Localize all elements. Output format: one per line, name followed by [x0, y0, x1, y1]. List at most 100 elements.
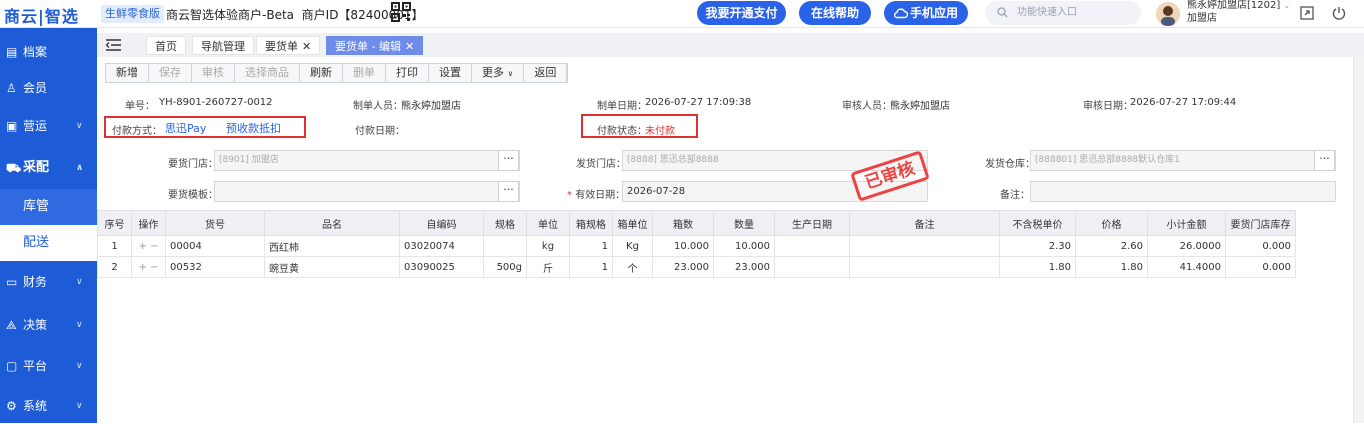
edition-badge: 生鲜零食版 — [101, 5, 164, 23]
col-header[interactable]: 备注 — [849, 210, 1000, 236]
col-header[interactable]: 自编码 — [399, 210, 484, 236]
row-add-remove-icon[interactable]: + − — [131, 235, 166, 257]
menu-collapse-icon[interactable] — [105, 38, 122, 52]
power-icon[interactable] — [1331, 5, 1347, 21]
back-button[interactable]: 返回 — [524, 64, 568, 82]
user-menu[interactable]: 熊永婷加盟店[1202] ⌄ 加盟店 — [1187, 0, 1290, 25]
col-header[interactable]: 货号 — [165, 210, 265, 236]
row-add-remove-icon[interactable]: + − — [131, 256, 166, 278]
col-header[interactable]: 操作 — [131, 210, 166, 236]
chevron-up-icon: ∧ — [76, 163, 84, 173]
chevron-down-icon: ∨ — [507, 69, 514, 78]
pay-method-sixun-link[interactable]: 思迅Pay — [165, 120, 206, 136]
req-store-picker-button[interactable]: ··· — [498, 150, 519, 171]
tab-order-edit[interactable]: 要货单 - 编辑 ✕ — [326, 36, 424, 55]
creator-value: 熊永婷加盟店 — [401, 101, 461, 112]
col-header[interactable]: 要货门店库存 — [1225, 210, 1296, 236]
sidebar-item-archive[interactable]: ▤ 档案 — [0, 34, 97, 70]
col-header[interactable]: 价格 — [1075, 210, 1148, 236]
audit-button[interactable]: 审核 — [192, 64, 235, 82]
avatar[interactable] — [1156, 2, 1180, 26]
col-header[interactable]: 箱数 — [652, 210, 714, 236]
pay-status-value: 未付款 — [645, 126, 675, 137]
template-input[interactable]: ··· — [214, 181, 520, 202]
chevron-down-icon: ∨ — [76, 401, 83, 411]
online-help-button[interactable]: 在线帮助 — [799, 1, 871, 25]
auditor-label: 审核人员： — [842, 101, 892, 112]
chevron-down-icon: ∨ — [76, 277, 83, 287]
close-icon[interactable]: ✕ — [302, 40, 311, 53]
close-icon[interactable]: ✕ — [405, 40, 414, 53]
gear-icon: ⚙ — [6, 399, 17, 413]
sidebar-item-decision[interactable]: ⟁ 决策 ∨ — [0, 307, 97, 343]
tab-nav-manage[interactable]: 导航管理 — [192, 36, 254, 55]
chevron-down-icon: ∨ — [76, 121, 83, 131]
delete-order-button[interactable]: 删单 — [343, 64, 386, 82]
vertical-scrollbar[interactable] — [1353, 57, 1364, 423]
col-header[interactable]: 小计金额 — [1147, 210, 1226, 236]
search-icon — [997, 7, 1008, 18]
ship-wh-picker-button[interactable]: ··· — [1314, 150, 1335, 171]
toolbar: 新增 保存 审核 选择商品 刷新 删单 打印 设置 更多 ∨ 返回 — [105, 63, 569, 83]
sidebar-item-member[interactable]: ♙ 会员 — [0, 70, 97, 106]
pay-method-label: 付款方式： — [112, 126, 162, 137]
refresh-button[interactable]: 刷新 — [300, 64, 343, 82]
col-header[interactable]: 不含税单价 — [999, 210, 1076, 236]
shop-icon: ▣ — [6, 119, 18, 133]
sidebar-item-finance[interactable]: ▭ 财务 ∨ — [0, 264, 97, 300]
fullscreen-icon[interactable] — [1299, 5, 1315, 21]
app-logo: 商云|智选 — [4, 7, 79, 26]
valid-date-label: * 有效日期： — [567, 190, 626, 201]
more-button[interactable]: 更多 ∨ — [472, 64, 525, 82]
money-icon: ▭ — [6, 275, 18, 289]
new-button[interactable]: 新增 — [106, 64, 149, 82]
req-store-input[interactable]: [8901] 加盟店 ··· — [214, 150, 520, 171]
col-header[interactable]: 数量 — [713, 210, 775, 236]
order-no-label: 单号： — [125, 101, 155, 112]
table-row[interactable]: 2 + − 00532 豌豆黄 03090025 500g 斤 1 个 23.0… — [97, 256, 1296, 278]
col-header[interactable]: 品名 — [264, 210, 400, 236]
ship-wh-input[interactable]: [888801] 思迅总部8888默认仓库1 ··· — [1030, 150, 1336, 171]
sidebar-item-platform[interactable]: ▢ 平台 ∨ — [0, 348, 97, 384]
remark-input[interactable] — [1030, 181, 1336, 202]
print-button[interactable]: 打印 — [386, 64, 429, 82]
platform-icon: ▢ — [6, 359, 18, 373]
chevron-down-icon: ∨ — [76, 361, 83, 371]
sidebar-item-purchase[interactable]: ⛟ 采配 ∧ — [0, 150, 97, 186]
open-payment-button[interactable]: 我要开通支付 — [697, 1, 786, 25]
qr-code-icon[interactable] — [391, 2, 411, 22]
tab-order[interactable]: 要货单 ✕ — [256, 36, 321, 55]
doc-icon: ▤ — [6, 45, 18, 59]
pay-method-prepaid-link[interactable]: 预收款抵扣 — [226, 120, 281, 136]
audit-date-value: 2026-07-27 17:09:44 — [1130, 97, 1237, 108]
sidebar-item-inventory[interactable]: 库管 — [0, 189, 97, 225]
order-no-value: YH-8901-260727-0012 — [159, 97, 273, 108]
function-search-input[interactable]: 功能快速入口 — [985, 1, 1141, 25]
col-header[interactable]: 生产日期 — [774, 210, 850, 236]
creator-label: 制单人员： — [353, 101, 403, 112]
col-header[interactable]: 规格 — [483, 210, 527, 236]
create-date-label: 制单日期： — [597, 101, 647, 112]
sidebar-item-delivery[interactable]: 配送 — [0, 225, 97, 261]
pay-status-label: 付款状态： — [597, 126, 647, 137]
sidebar-item-operation[interactable]: ▣ 营运 ∨ — [0, 108, 97, 144]
chart-icon: ⟁ — [6, 318, 17, 332]
goods-table: 序号 操作 货号 品名 自编码 规格 单位 箱规格 箱单位 箱数 数量 生产日期… — [97, 210, 1351, 278]
save-button[interactable]: 保存 — [149, 64, 192, 82]
table-row[interactable]: 1 + − 00004 西红柿 03020074 kg 1 Kg 10.000 … — [97, 235, 1296, 257]
template-picker-button[interactable]: ··· — [498, 181, 519, 202]
col-header[interactable]: 箱单位 — [612, 210, 653, 236]
truck-icon: ⛟ — [6, 161, 22, 175]
cloud-icon — [894, 8, 908, 19]
pay-date-label: 付款日期： — [355, 126, 405, 137]
sidebar: ▤ 档案 ♙ 会员 ▣ 营运 ∨ ⛟ 采配 ∧ 库管 配送 ▭ 财务 ∨ ⟁ 决策 ∨ ▢ 平台 ∨ ⚙… — [0, 28, 97, 423]
mobile-app-button[interactable]: 手机应用 — [884, 1, 968, 25]
tab-home[interactable]: 首页 — [146, 36, 186, 55]
select-goods-button[interactable]: 选择商品 — [235, 64, 300, 82]
settings-button[interactable]: 设置 — [429, 64, 472, 82]
col-header[interactable]: 箱规格 — [569, 210, 613, 236]
col-header[interactable]: 单位 — [526, 210, 570, 236]
col-header[interactable]: 序号 — [97, 210, 132, 236]
sidebar-item-system[interactable]: ⚙ 系统 ∨ — [0, 388, 97, 424]
chevron-down-icon: ∨ — [76, 320, 83, 330]
